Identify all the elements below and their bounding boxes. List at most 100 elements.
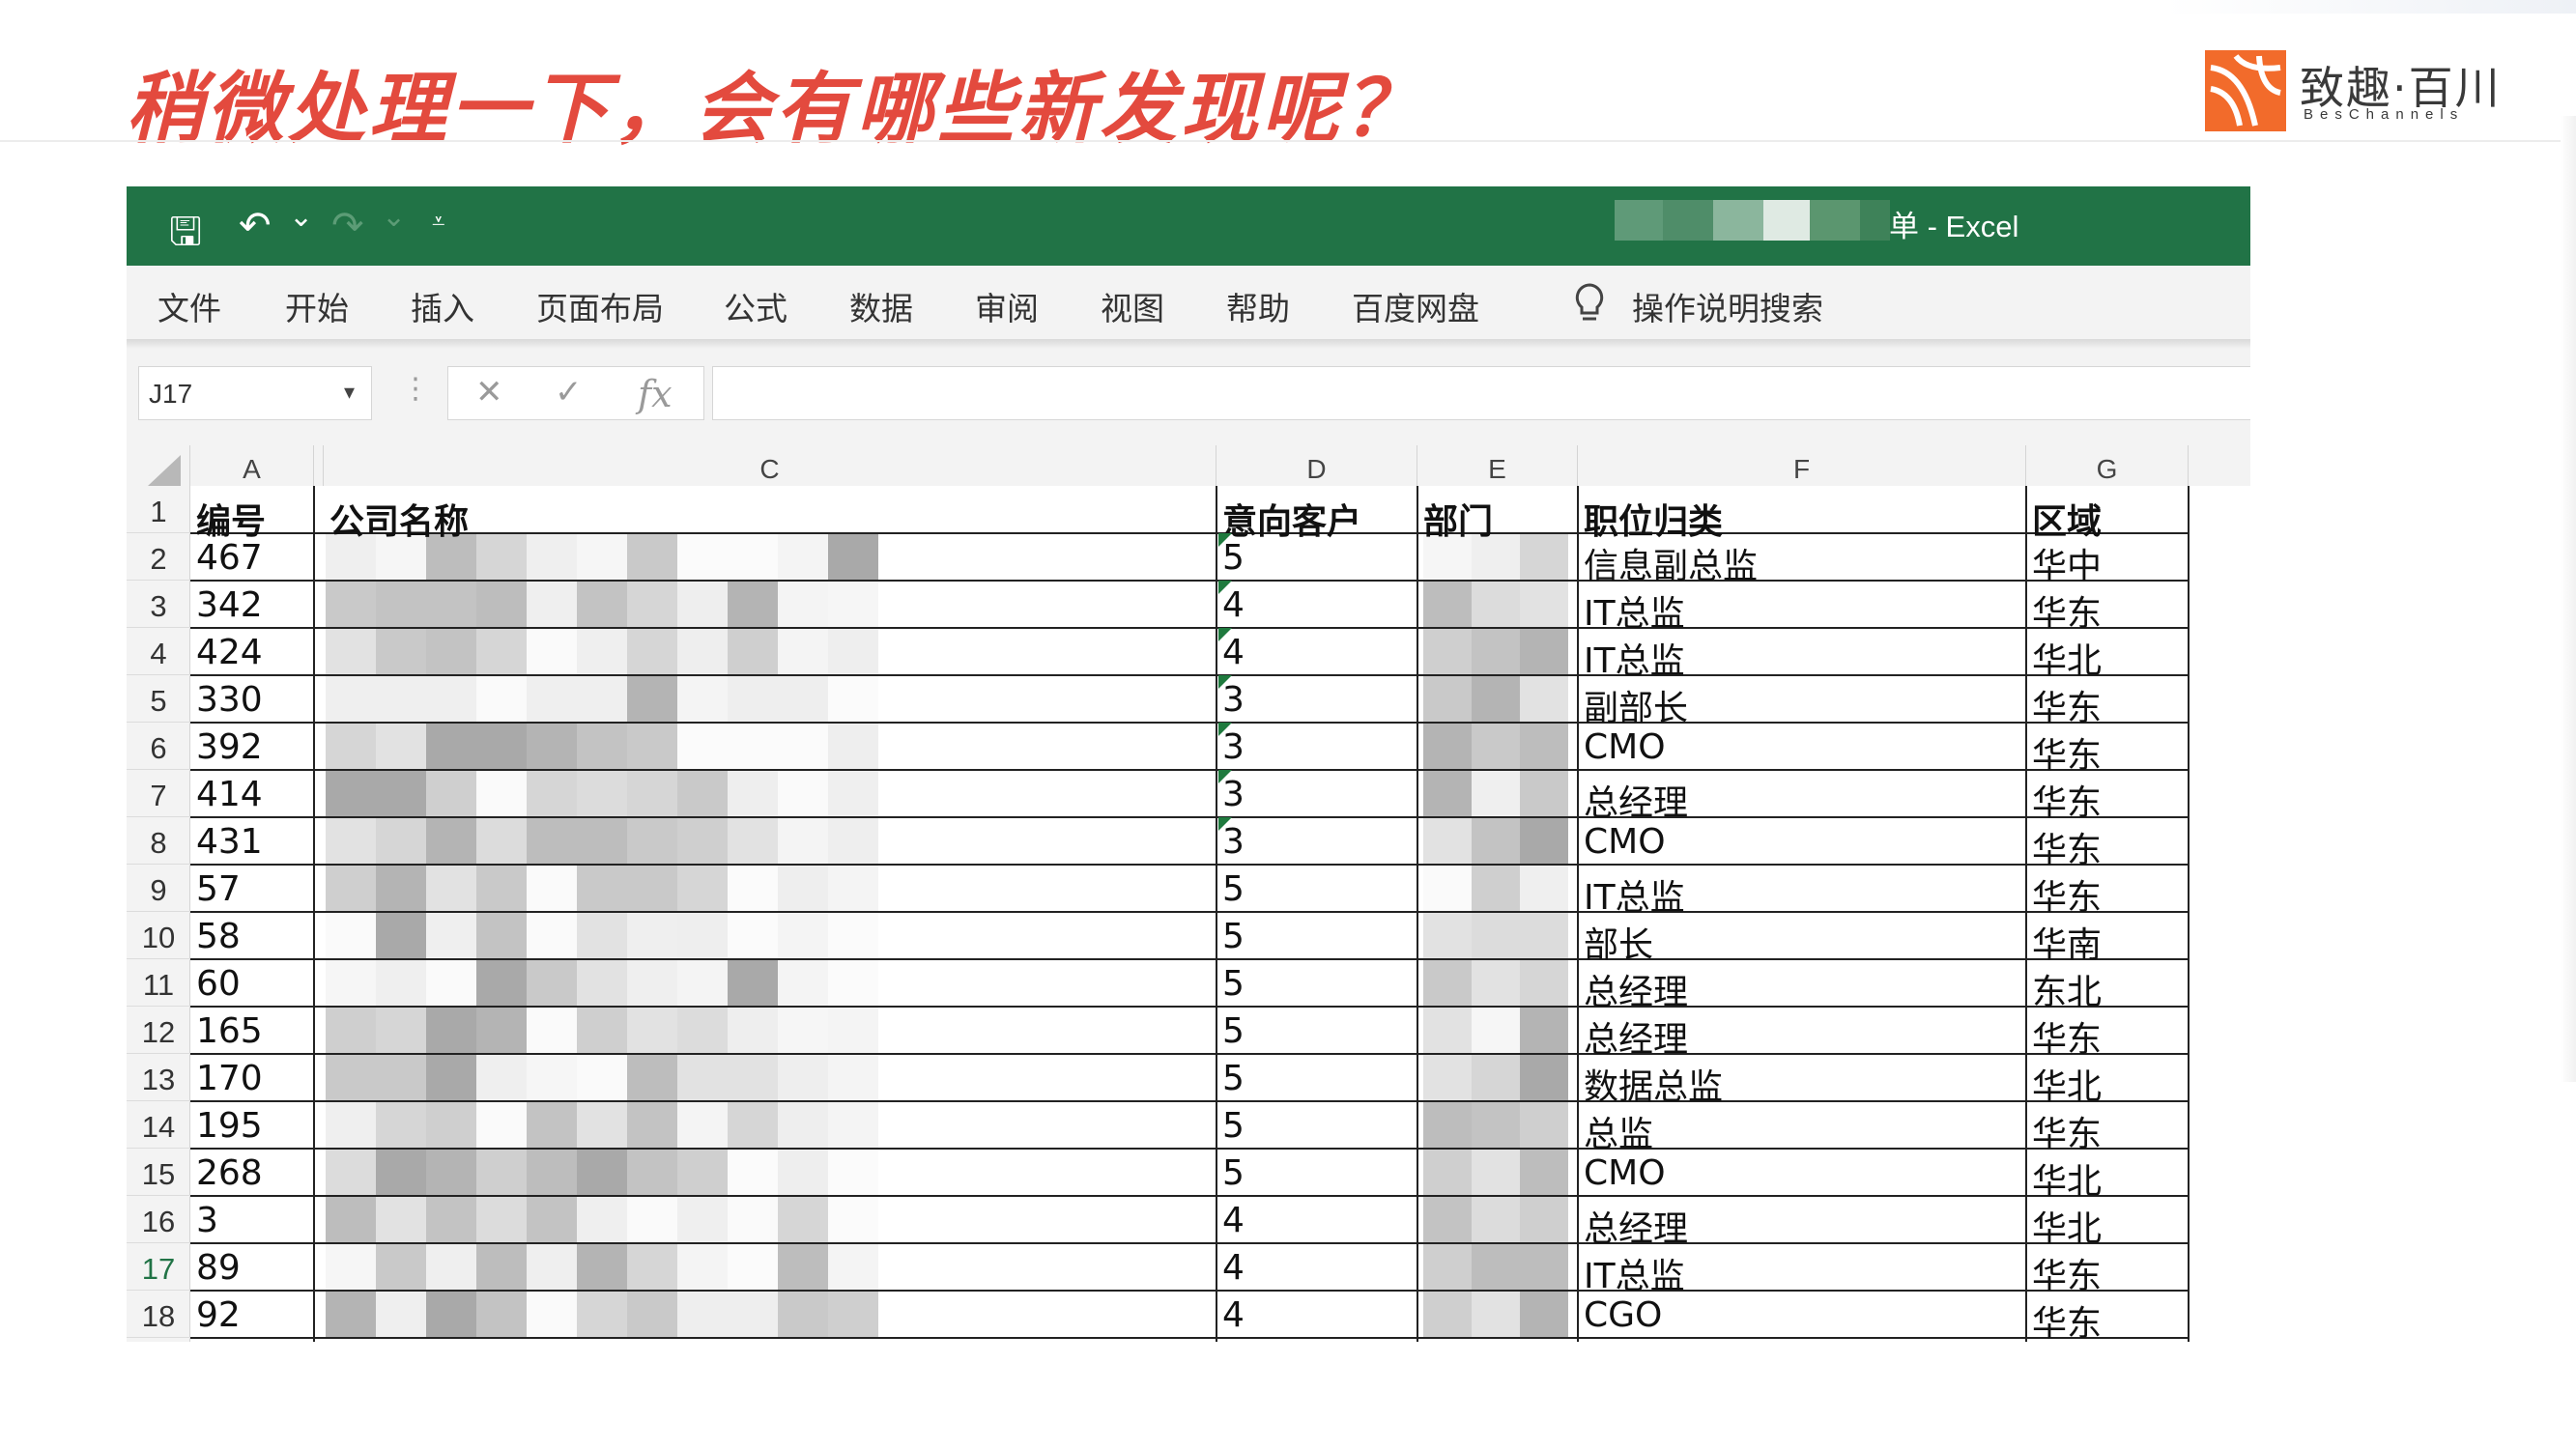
tab-insert[interactable]: 插入 xyxy=(411,283,474,329)
cell-id[interactable]: 330 xyxy=(196,680,263,720)
redo-icon: ↷ xyxy=(331,204,364,248)
cell-title[interactable]: 副部长 xyxy=(1584,680,1688,730)
cell-title[interactable]: IT总监 xyxy=(1584,1248,1685,1298)
cancel-icon[interactable]: ✕ xyxy=(475,373,503,412)
undo-icon[interactable]: ↶ xyxy=(239,204,272,248)
cell-intent[interactable]: 5 xyxy=(1222,869,1245,909)
cell-title[interactable]: CMO xyxy=(1584,822,1666,862)
cell-id[interactable]: 58 xyxy=(196,917,241,956)
cell-region[interactable]: 华东 xyxy=(2032,822,2102,872)
cell-title[interactable]: IT总监 xyxy=(1584,869,1685,920)
cell-region[interactable]: 华东 xyxy=(2032,1295,2102,1346)
cell-title[interactable]: 总经理 xyxy=(1584,1011,1688,1062)
cell-id[interactable]: 431 xyxy=(196,822,263,862)
cell-title[interactable]: CGO xyxy=(1584,1295,1662,1335)
cell-title[interactable]: 信息副总监 xyxy=(1584,538,1758,588)
cell-id[interactable]: 467 xyxy=(196,538,263,578)
cell-title[interactable]: 总经理 xyxy=(1584,775,1688,825)
formula-input[interactable] xyxy=(712,366,2250,420)
cell-id[interactable]: 170 xyxy=(196,1059,263,1098)
cell-id[interactable]: 424 xyxy=(196,633,263,672)
insert-function-icon[interactable]: fx xyxy=(638,373,673,415)
blurred-company-pixel xyxy=(476,1101,527,1149)
tab-page-layout[interactable]: 页面布局 xyxy=(536,283,664,329)
save-icon[interactable]: 🖫 xyxy=(169,204,202,270)
header-cell-region[interactable]: 区域 xyxy=(2032,494,2102,544)
cell-region[interactable]: 华北 xyxy=(2032,1059,2102,1109)
cell-region[interactable]: 华东 xyxy=(2032,680,2102,730)
customize-toolbar-icon[interactable]: ⩡ xyxy=(432,208,445,235)
header-cell-title[interactable]: 职位归类 xyxy=(1584,494,1723,544)
name-box-dropdown-icon[interactable]: ▾ xyxy=(344,381,355,405)
cell-region[interactable]: 华南 xyxy=(2032,917,2102,967)
cell-region[interactable]: 华东 xyxy=(2032,1248,2102,1298)
cell-region[interactable]: 华东 xyxy=(2032,1011,2102,1062)
cell-id[interactable]: 414 xyxy=(196,775,263,814)
cell-intent[interactable]: 4 xyxy=(1222,1295,1245,1335)
enter-icon[interactable]: ✓ xyxy=(555,373,583,412)
row-border xyxy=(190,532,2189,534)
cell-title[interactable]: IT总监 xyxy=(1584,585,1685,636)
tab-help[interactable]: 帮助 xyxy=(1226,283,1290,329)
cell-region[interactable]: 华中 xyxy=(2032,538,2102,588)
cell-title[interactable]: 总经理 xyxy=(1584,964,1688,1014)
cell-id[interactable]: 195 xyxy=(196,1106,263,1146)
cell-region[interactable]: 华北 xyxy=(2032,1153,2102,1204)
tab-review[interactable]: 审阅 xyxy=(975,283,1039,329)
tab-home[interactable]: 开始 xyxy=(285,283,349,329)
blurred-company-pixel xyxy=(778,912,828,959)
cell-intent[interactable]: 5 xyxy=(1222,1153,1245,1193)
cell-title[interactable]: CMO xyxy=(1584,1153,1666,1193)
header-cell-intent[interactable]: 意向客户 xyxy=(1222,494,1361,544)
cell-title[interactable]: IT总监 xyxy=(1584,633,1685,683)
blurred-company-pixel xyxy=(627,865,677,912)
name-box[interactable]: J17 ▾ xyxy=(138,366,372,420)
column-border xyxy=(2025,486,2027,1353)
cell-id[interactable]: 89 xyxy=(196,1248,241,1288)
cell-id[interactable]: 92 xyxy=(196,1295,241,1335)
cell-intent[interactable]: 4 xyxy=(1222,1201,1245,1240)
cell-id[interactable]: 3 xyxy=(196,1201,218,1240)
cell-id[interactable]: 60 xyxy=(196,964,241,1004)
cell-region[interactable]: 华东 xyxy=(2032,1106,2102,1156)
cell-title[interactable]: 总经理 xyxy=(1584,1201,1688,1251)
cell-id[interactable]: 57 xyxy=(196,869,241,909)
cell-intent[interactable]: 4 xyxy=(1222,1248,1245,1288)
cell-intent[interactable]: 5 xyxy=(1222,1059,1245,1098)
header-cell-id[interactable]: 编号 xyxy=(196,494,266,544)
cell-id[interactable]: 268 xyxy=(196,1153,263,1193)
tell-me-search[interactable]: 操作说明搜索 xyxy=(1632,283,1823,329)
cell-intent[interactable]: 5 xyxy=(1222,1011,1245,1051)
header-cell-dept[interactable]: 部门 xyxy=(1423,494,1493,544)
cell-title[interactable]: 总监 xyxy=(1584,1106,1653,1156)
cell-intent[interactable]: 5 xyxy=(1222,1106,1245,1146)
header-cell-company[interactable]: 公司名称 xyxy=(329,494,469,544)
cell-title[interactable]: 数据总监 xyxy=(1584,1059,1723,1109)
cell-region[interactable]: 华东 xyxy=(2032,727,2102,778)
cell-region[interactable]: 华东 xyxy=(2032,585,2102,636)
tab-view[interactable]: 视图 xyxy=(1101,283,1164,329)
cell-id[interactable]: 165 xyxy=(196,1011,263,1051)
blurred-company-pixel xyxy=(778,1007,828,1054)
cell-title[interactable]: 部长 xyxy=(1584,917,1653,967)
cell-region[interactable]: 东北 xyxy=(2032,964,2102,1014)
tab-formulas[interactable]: 公式 xyxy=(724,283,787,329)
cell-region[interactable]: 华东 xyxy=(2032,869,2102,920)
tab-data[interactable]: 数据 xyxy=(849,283,913,329)
cell-intent[interactable]: 5 xyxy=(1222,917,1245,956)
cell-id[interactable]: 342 xyxy=(196,585,263,625)
cell-region[interactable]: 华北 xyxy=(2032,633,2102,683)
undo-dropdown-icon[interactable]: ⌄ xyxy=(289,200,313,234)
cell-id[interactable]: 392 xyxy=(196,727,263,767)
cell-region[interactable]: 华东 xyxy=(2032,775,2102,825)
resize-handle-icon[interactable]: ⋮ xyxy=(401,372,430,406)
tab-file[interactable]: 文件 xyxy=(157,283,221,329)
cell-region[interactable]: 华北 xyxy=(2032,1201,2102,1251)
blurred-company-pixel xyxy=(728,959,778,1007)
blurred-company-pixel xyxy=(778,675,828,723)
cell-intent[interactable]: 5 xyxy=(1222,964,1245,1004)
tab-baidu-netdisk[interactable]: 百度网盘 xyxy=(1352,283,1479,329)
worksheet-grid[interactable]: A C D E F G 1 2 3 4 5 6 7 8 9 10 11 12 13 14 15 16 17 18 … xyxy=(127,445,2250,1353)
blurred-company-pixel xyxy=(426,1007,476,1054)
cell-title[interactable]: CMO xyxy=(1584,727,1666,767)
